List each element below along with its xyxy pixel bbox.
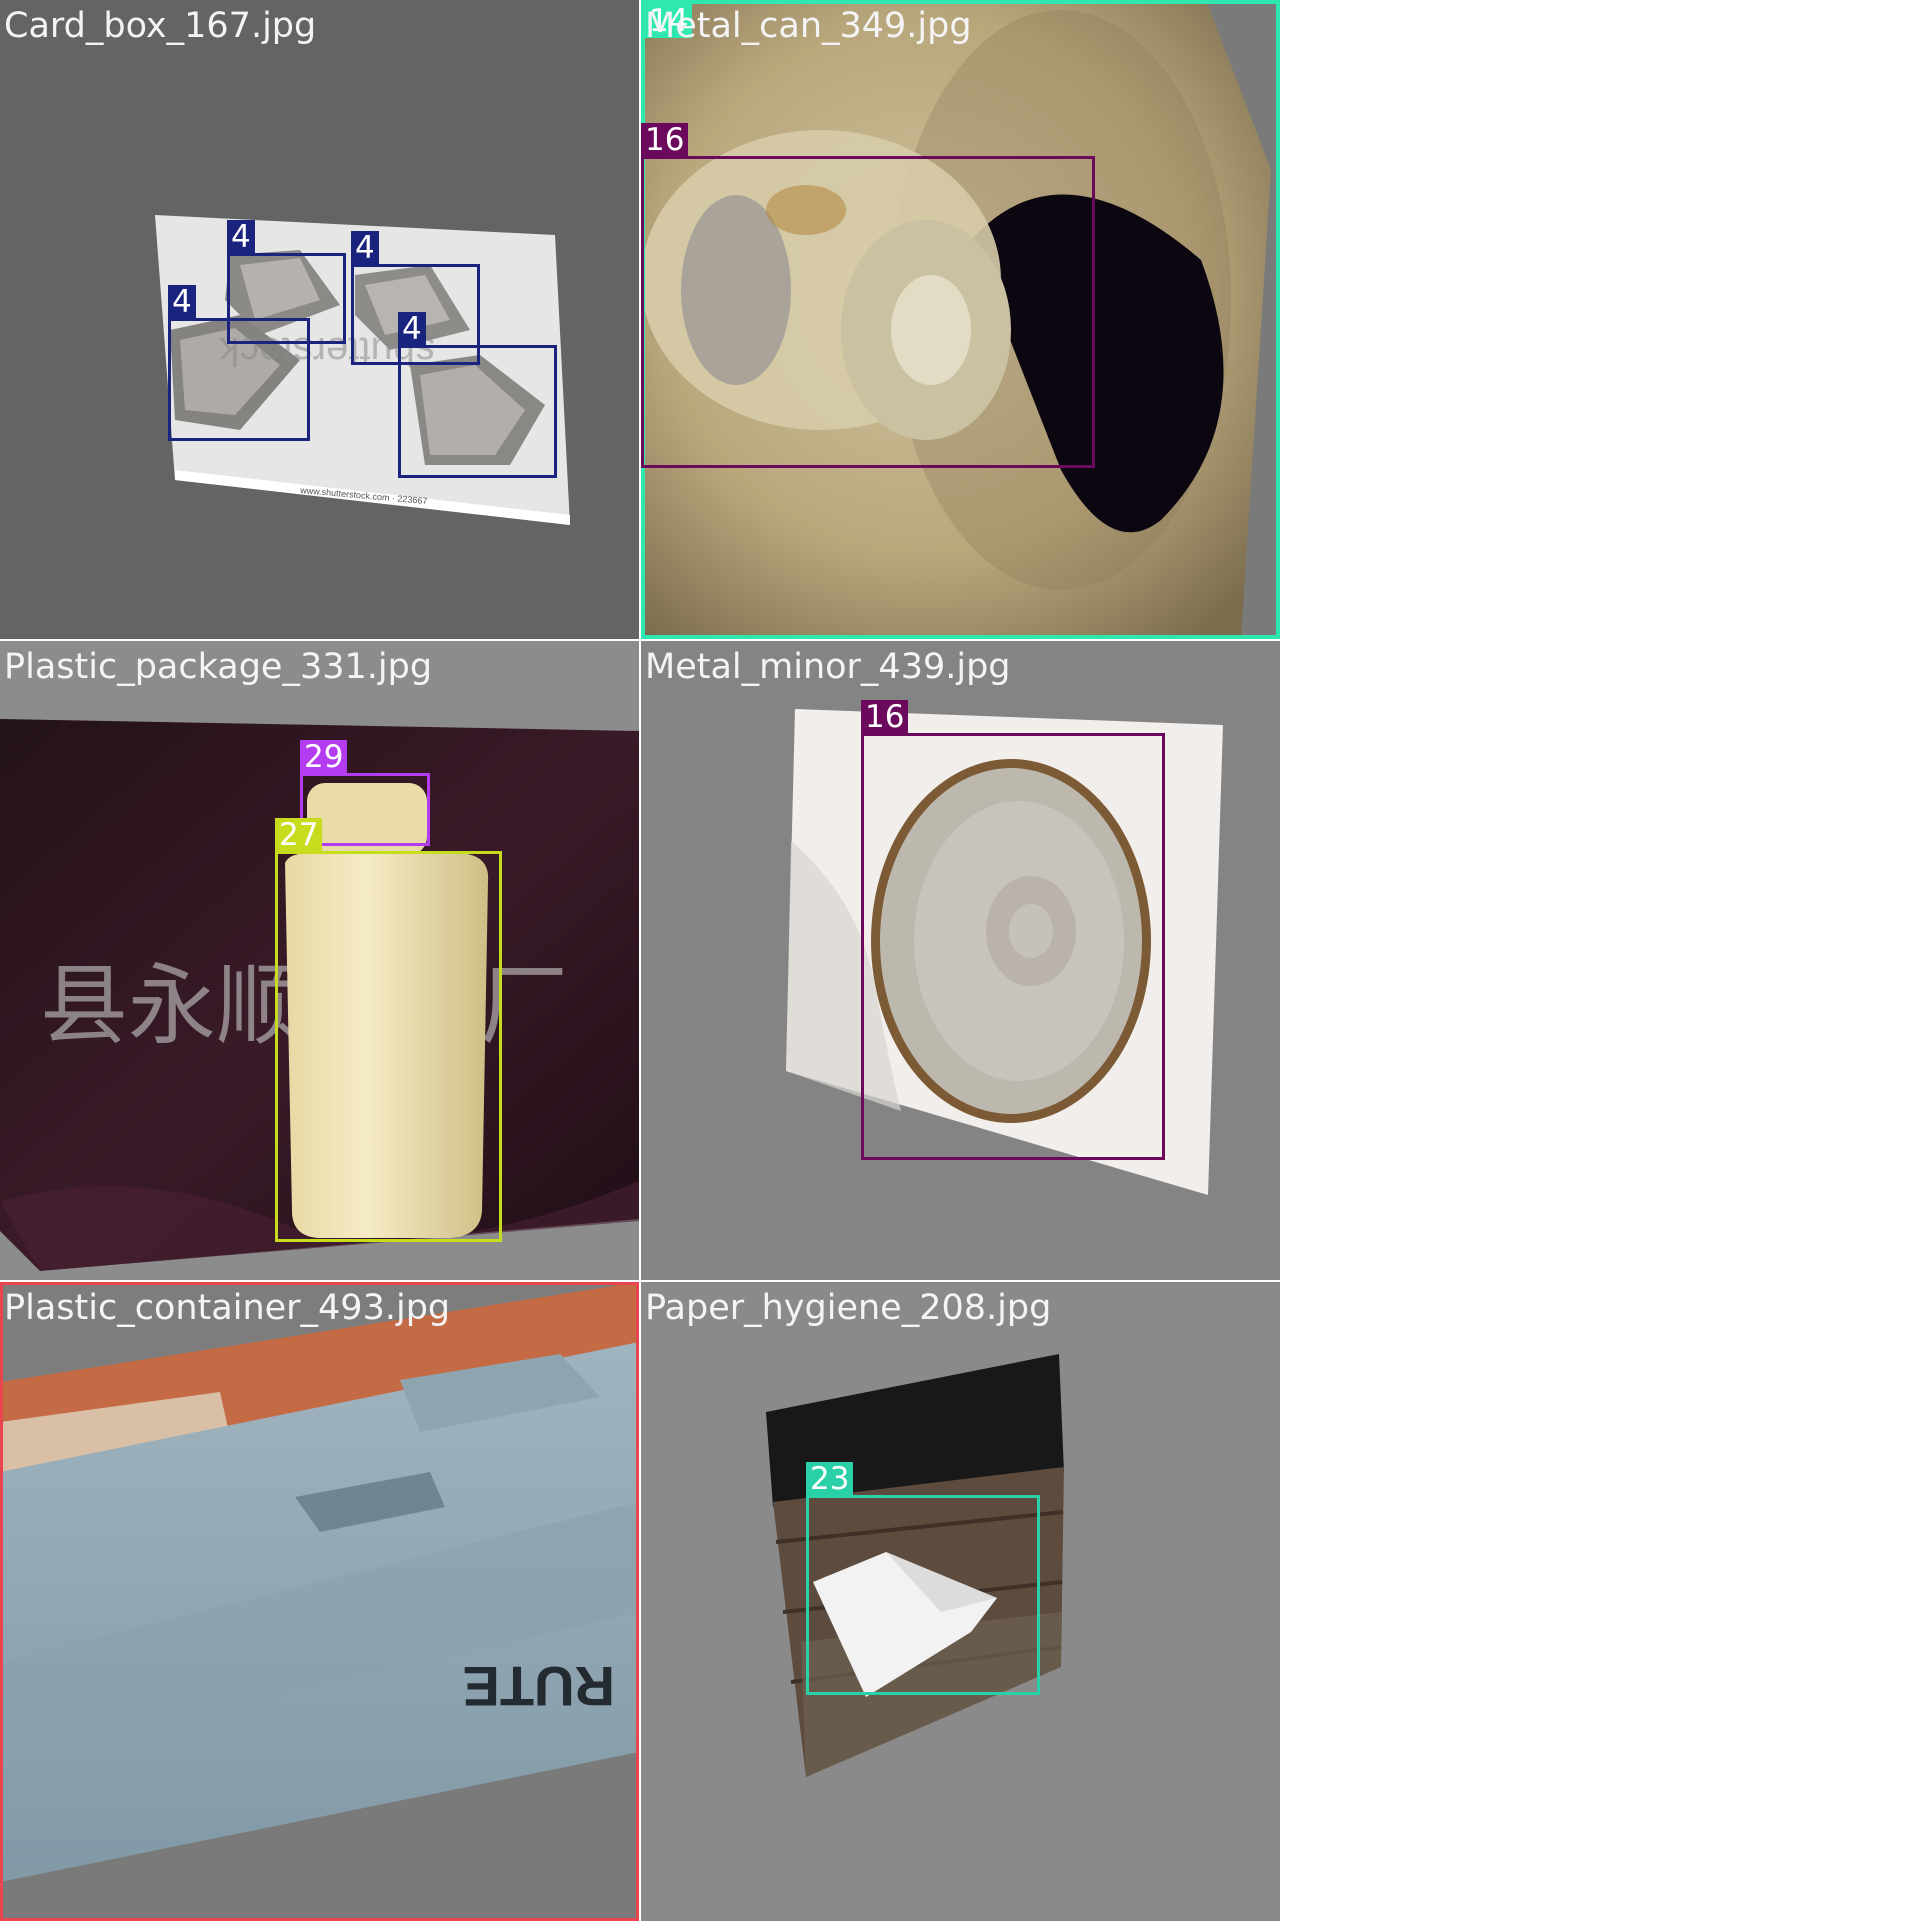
tile-filename: Paper_hygiene_208.jpg <box>645 1288 1052 1328</box>
detection-class-label: 16 <box>641 123 689 158</box>
mosaic-tile-metal-can: Metal_can_349.jpg 14 16 <box>641 0 1280 639</box>
tile-filename: Metal_minor_439.jpg <box>645 647 1011 687</box>
tile-filename: Metal_can_349.jpg <box>645 6 972 46</box>
detection-class-label: 4 <box>398 312 426 347</box>
tile-filename: Plastic_container_493.jpg <box>4 1288 451 1328</box>
tile-filename: Card_box_167.jpg <box>4 6 317 46</box>
detection-box: 16 <box>861 700 1165 1160</box>
detection-class-label: 4 <box>351 231 379 266</box>
mosaic-tile-card-box: www.shutterstock.com · 223667 shuttersto… <box>0 0 639 639</box>
detection-class-label: 27 <box>275 818 323 853</box>
detection-class-label: 4 <box>168 285 196 320</box>
mosaic-tile-plastic-package: 县永顺塑料厂 Plastic_package_331.jpg 29 27 <box>0 641 639 1280</box>
detection-class-label: 23 <box>806 1462 854 1497</box>
detection-class-label: 4 <box>227 220 255 255</box>
detection-box: 27 <box>275 818 502 1242</box>
detection-class-label: 29 <box>300 740 348 775</box>
mosaic-tile-paper-hygiene: Paper_hygiene_208.jpg 23 <box>641 1282 1280 1921</box>
detection-box: 26 <box>0 1282 639 1921</box>
mosaic-tile-metal-minor: Metal_minor_439.jpg 16 <box>641 641 1280 1280</box>
detection-class-label: 26 <box>0 1282 48 1284</box>
detection-box: 16 <box>641 123 1095 468</box>
detection-class-label: 16 <box>861 700 909 735</box>
detection-box: 23 <box>806 1462 1040 1695</box>
detection-box: 4 <box>168 285 310 441</box>
mosaic-tile-plastic-container: RUTE Plastic_container_493.jpg 26 <box>0 1282 639 1921</box>
tile-filename: Plastic_package_331.jpg <box>4 647 433 687</box>
detection-box: 4 <box>398 312 557 478</box>
